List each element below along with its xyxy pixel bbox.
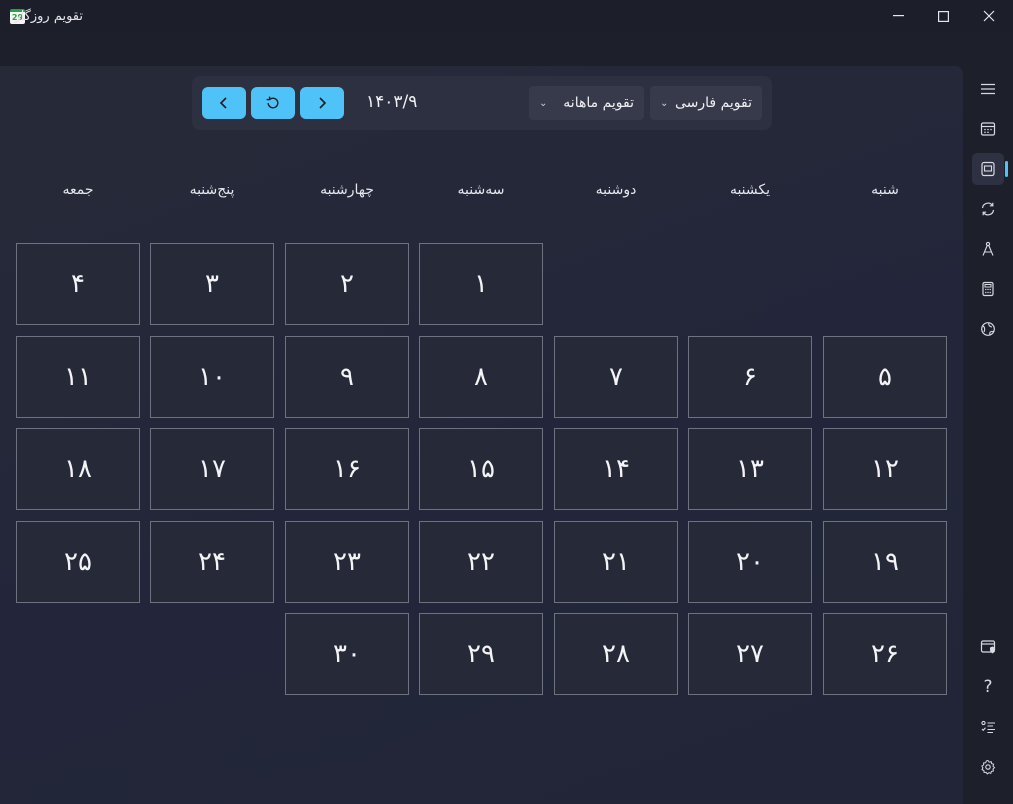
weekday-header: سه‌شنبه	[457, 182, 505, 198]
day-cell[interactable]: ۱۹	[823, 521, 947, 603]
gear-icon	[981, 759, 996, 775]
window-title: تقویم روزگار	[14, 9, 83, 24]
day-cell[interactable]: ۲۶	[823, 613, 947, 695]
globe-icon	[981, 322, 995, 336]
day-cell[interactable]: ۳۰	[285, 613, 409, 695]
close-button[interactable]	[966, 0, 1012, 32]
sidebar-item-calculator[interactable]	[972, 273, 1004, 305]
chevron-down-icon: ⌄	[539, 97, 548, 109]
minimize-icon	[892, 15, 904, 17]
day-cell[interactable]: ۱۰	[150, 336, 274, 418]
day-cell[interactable]: ۲۳	[285, 521, 409, 603]
day-cell[interactable]: ۷	[554, 336, 678, 418]
day-cell[interactable]: ۲۴	[150, 521, 274, 603]
day-cell[interactable]: ۲۰	[688, 521, 812, 603]
chevron-right-icon	[319, 97, 327, 109]
view-mode-dropdown[interactable]: ⌄ تقویم ماهانه	[529, 86, 644, 120]
calculator-icon	[982, 281, 994, 297]
help-button[interactable]: ?	[972, 671, 1004, 703]
privacy-shield-icon	[980, 640, 996, 654]
refresh-icon	[266, 96, 279, 109]
day-cell[interactable]: ۲۷	[688, 613, 812, 695]
menu-button[interactable]	[972, 73, 1004, 105]
today-button[interactable]	[251, 87, 295, 119]
weekday-header: یکشنبه	[729, 182, 771, 198]
day-cell[interactable]: ۲۵	[16, 521, 140, 603]
chevron-down-icon: ⌄	[660, 97, 669, 109]
previous-month-button[interactable]	[202, 87, 246, 119]
month-view-icon	[981, 161, 995, 177]
sidebar-item-converter[interactable]	[972, 193, 1004, 225]
day-cell[interactable]: ۱۳	[688, 428, 812, 510]
help-icon: ?	[983, 677, 993, 697]
day-cell[interactable]: ۱۱	[16, 336, 140, 418]
sidebar-item-privacy[interactable]	[972, 631, 1004, 663]
calendar-system-value: تقویم فارسی	[675, 95, 752, 111]
maximize-icon	[937, 10, 949, 22]
day-cell[interactable]: ۱۵	[419, 428, 543, 510]
calendar-icon	[980, 122, 996, 136]
chevron-left-icon	[219, 97, 227, 109]
weekday-header: چهارشنبه	[320, 182, 374, 198]
compass-icon	[982, 241, 994, 256]
day-cell[interactable]: ۱	[419, 243, 543, 325]
maximize-button[interactable]	[920, 0, 966, 32]
weekday-header: دوشنبه	[595, 182, 637, 198]
checklist-icon	[981, 720, 995, 734]
day-cell[interactable]: ۱۷	[150, 428, 274, 510]
next-month-button[interactable]	[300, 87, 344, 119]
day-cell[interactable]: ۱۴	[554, 428, 678, 510]
day-cell[interactable]: ۲۹	[419, 613, 543, 695]
weekday-header: جمعه	[62, 182, 94, 198]
day-cell[interactable]: ۲	[285, 243, 409, 325]
current-month-label: ۱۴۰۳/۹	[366, 92, 418, 112]
sidebar-item-world-clock[interactable]	[972, 313, 1004, 345]
day-cell[interactable]: ۴	[16, 243, 140, 325]
day-cell[interactable]: ۵	[823, 336, 947, 418]
day-cell[interactable]: ۳	[150, 243, 274, 325]
minimize-button[interactable]	[875, 0, 921, 32]
sidebar-item-list[interactable]	[972, 711, 1004, 743]
hamburger-menu-icon	[981, 83, 995, 95]
sidebar-item-calendar[interactable]	[972, 113, 1004, 145]
weekday-header: پنج‌شنبه	[189, 182, 235, 198]
day-cell[interactable]: ۲۱	[554, 521, 678, 603]
day-cell[interactable]: ۱۸	[16, 428, 140, 510]
sidebar-item-month-view[interactable]	[972, 153, 1004, 185]
day-cell[interactable]: ۲۸	[554, 613, 678, 695]
view-mode-value: تقویم ماهانه	[563, 95, 634, 111]
sync-icon	[981, 202, 995, 216]
day-cell[interactable]: ۸	[419, 336, 543, 418]
calendar-system-dropdown[interactable]: ⌄ تقویم فارسی	[650, 86, 762, 120]
day-cell[interactable]: ۱۶	[285, 428, 409, 510]
active-indicator	[1005, 161, 1008, 177]
day-cell[interactable]: ۶	[688, 336, 812, 418]
day-cell[interactable]: ۱۲	[823, 428, 947, 510]
close-icon	[983, 10, 995, 22]
sidebar-item-compass[interactable]	[972, 233, 1004, 265]
day-cell[interactable]: ۲۲	[419, 521, 543, 603]
settings-button[interactable]	[972, 751, 1004, 783]
title-bar: 29 تقویم روزگار	[0, 0, 1013, 33]
weekday-header: شنبه	[871, 182, 899, 198]
day-cell[interactable]: ۹	[285, 336, 409, 418]
